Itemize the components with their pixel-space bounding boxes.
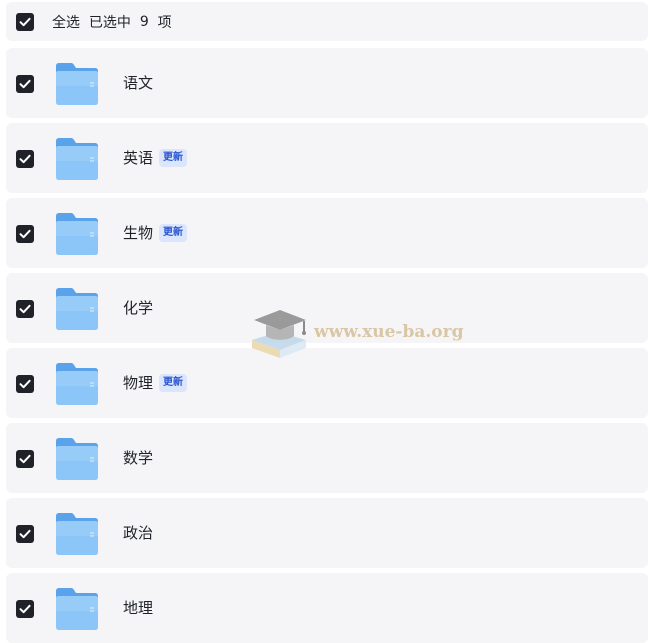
folder-row-2[interactable]: 英语 更新 — [6, 123, 648, 193]
check-icon — [19, 154, 31, 164]
check-icon — [19, 454, 31, 464]
folder-row-3[interactable]: 生物 更新 — [6, 198, 648, 268]
selected-count: 9 — [139, 13, 149, 30]
select-all-label[interactable]: 全选 — [52, 12, 80, 32]
folder-row-4[interactable]: 化学 — [6, 273, 648, 343]
folder-icon — [56, 213, 98, 255]
check-icon — [19, 229, 31, 239]
folder-row-1[interactable]: 语文 — [6, 48, 648, 118]
check-icon — [19, 17, 31, 26]
row-checkbox[interactable] — [16, 525, 34, 543]
folder-icon — [56, 438, 98, 480]
select-all-bar: 全选 已选中 9 项 — [6, 2, 648, 41]
check-icon — [19, 79, 31, 89]
folder-icon — [56, 138, 98, 180]
check-icon — [19, 529, 31, 539]
row-checkbox[interactable] — [16, 225, 34, 243]
folder-name[interactable]: 地理 — [123, 597, 153, 619]
folder-icon — [56, 63, 98, 105]
row-checkbox[interactable] — [16, 375, 34, 393]
row-checkbox[interactable] — [16, 450, 34, 468]
folder-row-7[interactable]: 政治 — [6, 498, 648, 568]
folder-icon — [56, 288, 98, 330]
row-checkbox[interactable] — [16, 300, 34, 318]
update-badge: 更新 — [159, 224, 188, 242]
select-all-checkbox[interactable] — [16, 12, 34, 31]
folder-name[interactable]: 语文 — [123, 72, 153, 94]
check-icon — [19, 604, 31, 614]
folder-name[interactable]: 政治 — [123, 522, 153, 544]
folder-icon — [56, 363, 98, 405]
selected-prefix: 已选中 — [88, 14, 131, 31]
row-checkbox[interactable] — [16, 600, 34, 618]
folder-name[interactable]: 物理 — [123, 372, 153, 394]
check-icon — [19, 379, 31, 389]
folder-icon — [56, 588, 98, 630]
folder-icon — [56, 513, 98, 555]
row-checkbox[interactable] — [16, 150, 34, 168]
row-checkbox[interactable] — [16, 75, 34, 93]
folder-name[interactable]: 化学 — [123, 297, 153, 319]
selected-suffix: 项 — [157, 14, 172, 31]
selection-summary: 全选 已选中 9 项 — [52, 12, 172, 32]
update-badge: 更新 — [159, 374, 188, 392]
folder-name[interactable]: 英语 — [123, 147, 153, 169]
update-badge: 更新 — [159, 149, 188, 167]
folder-row-5[interactable]: 物理 更新 — [6, 348, 648, 418]
folder-row-6[interactable]: 数学 — [6, 423, 648, 493]
folder-name[interactable]: 数学 — [123, 447, 153, 469]
check-icon — [19, 304, 31, 314]
folder-row-8[interactable]: 地理 — [6, 573, 648, 643]
folder-name[interactable]: 生物 — [123, 222, 153, 244]
